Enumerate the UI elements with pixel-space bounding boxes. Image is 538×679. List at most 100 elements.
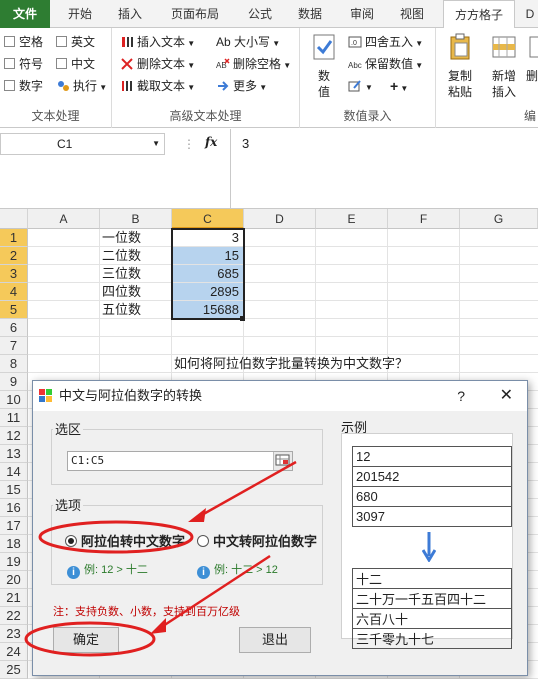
tab-file[interactable]: 文件 xyxy=(0,0,50,28)
row-header-22[interactable]: 22 xyxy=(0,607,28,625)
cell-d8-title[interactable]: 如何将阿拉伯数字批量转换为中文数字？ xyxy=(174,355,474,373)
radio-unselected-icon xyxy=(197,535,209,547)
row-header-11[interactable]: 11 xyxy=(0,409,28,427)
checkbox-space[interactable]: 空格 xyxy=(4,32,43,52)
tab-fangfang[interactable]: 方方格子 xyxy=(443,0,515,29)
checkbox-number[interactable]: 数字 xyxy=(4,76,43,96)
tab-page-layout[interactable]: 页面布局 xyxy=(164,0,226,28)
tab-home[interactable]: 开始 xyxy=(62,0,98,28)
row-header-21[interactable]: 21 xyxy=(0,589,28,607)
column-header-d[interactable]: D xyxy=(244,209,316,229)
arrow-down-icon xyxy=(422,532,436,562)
ok-button[interactable]: 确定 xyxy=(53,627,119,653)
row-header-19[interactable]: 19 xyxy=(0,553,28,571)
cell-b1[interactable]: 一位数 xyxy=(100,229,172,247)
row-header-5[interactable]: 5 xyxy=(0,301,28,319)
name-box[interactable]: C1 ▼ xyxy=(0,133,165,155)
radio-chinese-to-arabic[interactable]: 中文转阿拉伯数字 xyxy=(197,531,317,550)
cell-c3[interactable]: 685 xyxy=(172,265,244,283)
checkbox-english[interactable]: 英文 xyxy=(56,32,95,52)
row-header-7[interactable]: 7 xyxy=(0,337,28,355)
column-header-e[interactable]: E xyxy=(316,209,388,229)
extract-text-button[interactable]: 截取文本 ▼ xyxy=(120,76,195,96)
numeric-button[interactable]: 数值 xyxy=(304,32,344,100)
column-header-f[interactable]: F xyxy=(388,209,460,229)
checkbox-chinese[interactable]: 中文 xyxy=(56,54,95,74)
info-icon: i xyxy=(67,566,80,579)
copy-paste-button[interactable]: 复制粘贴 xyxy=(440,32,480,100)
example-output-cell: 二十万一千五百四十二 xyxy=(352,588,512,609)
tab-data[interactable]: 数据 xyxy=(292,0,328,28)
row-header-18[interactable]: 18 xyxy=(0,535,28,553)
cell-b2[interactable]: 二位数 xyxy=(100,247,172,265)
insert-new-button[interactable]: 新增插入 xyxy=(484,32,524,100)
row-header-10[interactable]: 10 xyxy=(0,391,28,409)
edit-dropdown-button[interactable]: ▼ xyxy=(348,76,373,96)
formula-input[interactable]: 3 xyxy=(242,136,249,151)
close-button[interactable]: ✕ xyxy=(500,381,513,411)
cell-b4[interactable]: 四位数 xyxy=(100,283,172,301)
column-header-g[interactable]: G xyxy=(460,209,538,229)
cell-c2[interactable]: 15 xyxy=(172,247,244,265)
formula-divider xyxy=(230,129,231,209)
info-icon: i xyxy=(197,566,210,579)
cell-c5[interactable]: 15688 xyxy=(172,301,244,319)
row-header-6[interactable]: 6 xyxy=(0,319,28,337)
checkbox-icon xyxy=(4,58,15,69)
range-input[interactable]: C1:C5 xyxy=(67,451,293,471)
row-header-15[interactable]: 15 xyxy=(0,481,28,499)
checkbox-symbol[interactable]: 符号 xyxy=(4,54,43,74)
delete-button[interactable]: 删 xyxy=(526,32,538,84)
row-header-23[interactable]: 23 xyxy=(0,625,28,643)
delete-icon xyxy=(529,36,538,58)
tab-formulas[interactable]: 公式 xyxy=(242,0,278,28)
row-header-20[interactable]: 20 xyxy=(0,571,28,589)
tab-view[interactable]: 视图 xyxy=(394,0,430,28)
tab-review[interactable]: 审阅 xyxy=(344,0,380,28)
delete-text-button[interactable]: 删除文本 ▼ xyxy=(120,54,195,74)
support-note: 注：支持负数、小数，支持到百万亿级 xyxy=(53,606,240,618)
column-header-b[interactable]: B xyxy=(100,209,172,229)
row-header-8[interactable]: 8 xyxy=(0,355,28,373)
insert-text-button[interactable]: 插入文本 ▼ xyxy=(120,32,195,52)
row-header-25[interactable]: 25 xyxy=(0,661,28,679)
help-button[interactable]: ? xyxy=(457,381,465,411)
row-header-3[interactable]: 3 xyxy=(0,265,28,283)
radio-arabic-to-chinese[interactable]: 阿拉伯转中文数字 xyxy=(65,531,185,550)
execute-button[interactable]: 执行 ▼ xyxy=(56,76,107,96)
exit-button[interactable]: 退出 xyxy=(239,627,311,653)
row-header-16[interactable]: 16 xyxy=(0,499,28,517)
column-header-a[interactable]: A xyxy=(28,209,100,229)
cell-c1[interactable]: 3 xyxy=(172,229,244,247)
round-icon: .0 xyxy=(348,36,362,48)
group-numeric: 数值 .0 四舍五入 ▼ Abc 保留数值 ▼ ▼ + ▼ 数值录入 xyxy=(300,28,436,128)
row-header-12[interactable]: 12 xyxy=(0,427,28,445)
row-header-2[interactable]: 2 xyxy=(0,247,28,265)
row-header-1[interactable]: 1 xyxy=(0,229,28,247)
delete-space-button[interactable]: AB 删除空格 ▼ xyxy=(216,54,291,74)
row-header-13[interactable]: 13 xyxy=(0,445,28,463)
row-header-9[interactable]: 9 xyxy=(0,373,28,391)
column-header-c[interactable]: C xyxy=(172,209,244,229)
more-button[interactable]: 更多 ▼ xyxy=(216,76,267,96)
fx-button[interactable]: fx xyxy=(205,135,217,149)
dropdown-arrow-icon: ▼ xyxy=(270,39,281,48)
cell-c4[interactable]: 2895 xyxy=(172,283,244,301)
range-select-button[interactable] xyxy=(273,452,292,470)
cell-b5[interactable]: 五位数 xyxy=(100,301,172,319)
row-header-14[interactable]: 14 xyxy=(0,463,28,481)
row-header-4[interactable]: 4 xyxy=(0,283,28,301)
example-input-cell: 680 xyxy=(352,486,512,507)
row-header-17[interactable]: 17 xyxy=(0,517,28,535)
tab-insert[interactable]: 插入 xyxy=(112,0,148,28)
add-button[interactable]: + ▼ xyxy=(390,76,408,96)
round-button[interactable]: .0 四舍五入 ▼ xyxy=(348,32,423,52)
fill-handle[interactable] xyxy=(240,316,245,321)
keep-value-button[interactable]: Abc 保留数值 ▼ xyxy=(348,54,423,74)
row-header-24[interactable]: 24 xyxy=(0,643,28,661)
case-button[interactable]: Ab 大小写 ▼ xyxy=(216,32,280,52)
select-all-corner[interactable] xyxy=(0,209,28,229)
cell-b3[interactable]: 三位数 xyxy=(100,265,172,283)
insert-rows-icon xyxy=(492,36,516,58)
tab-d[interactable]: D xyxy=(522,0,538,28)
